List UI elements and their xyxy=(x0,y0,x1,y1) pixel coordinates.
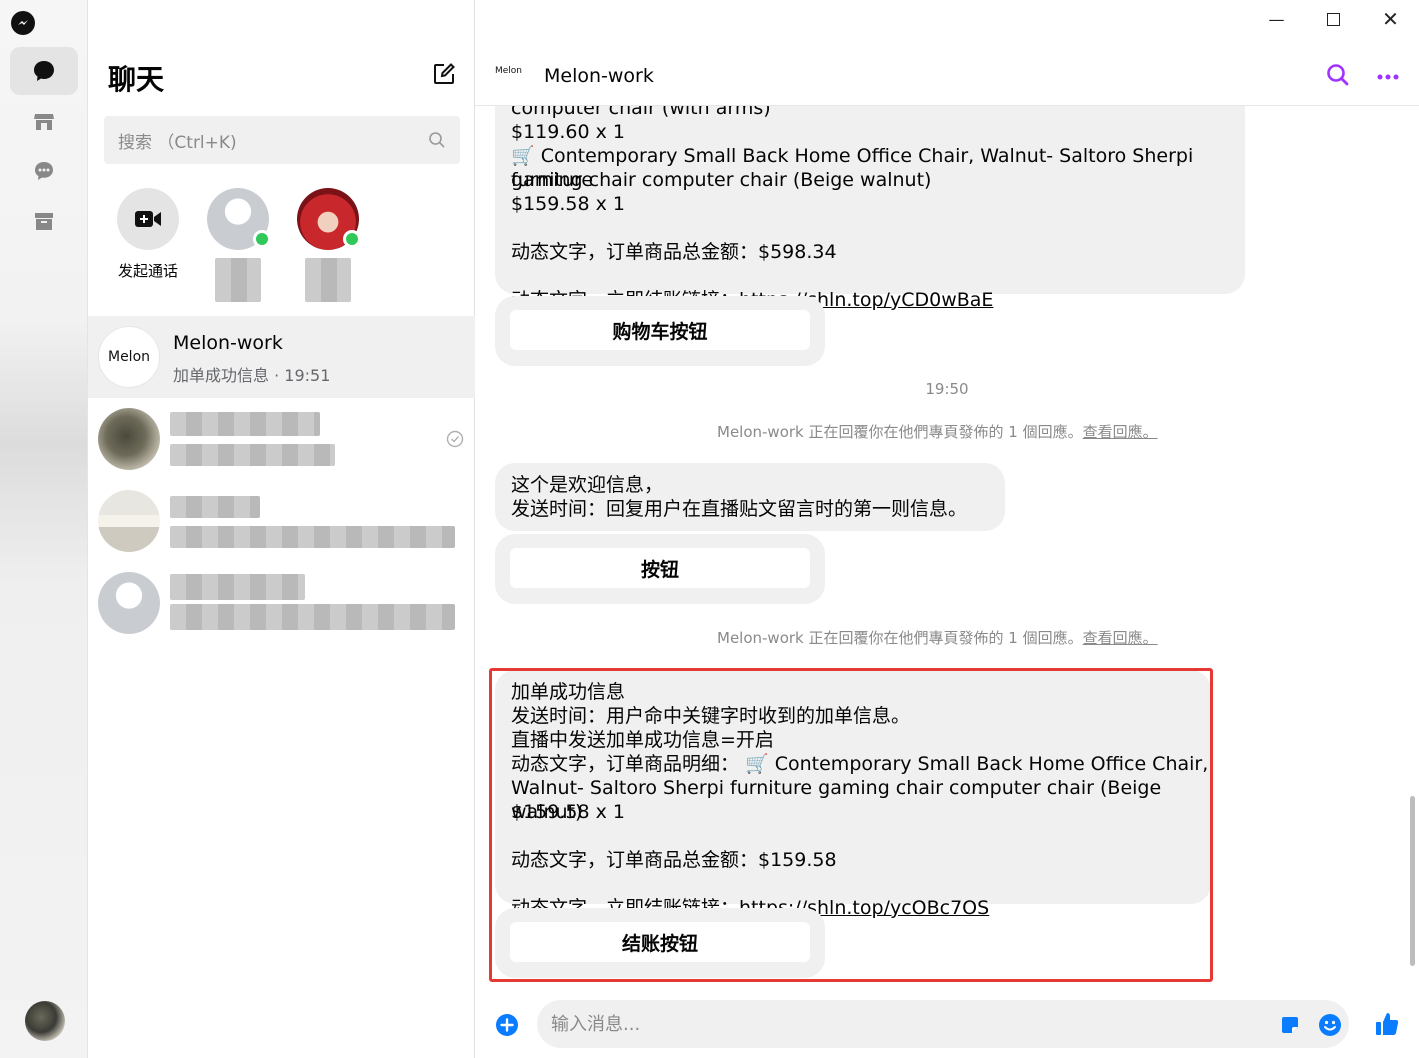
add-attachment-icon[interactable] xyxy=(495,1013,519,1037)
button-card: 结账按钮 xyxy=(495,908,825,978)
active-contacts-row: 发起通话 xyxy=(104,188,464,308)
conversation-item[interactable] xyxy=(88,480,475,562)
video-call-icon xyxy=(117,188,179,250)
minimize-icon[interactable]: — xyxy=(1248,0,1305,38)
system-notice: Melon-work 正在回覆你在他們專頁發佈的 1 個回應。查看回應。 xyxy=(717,421,1158,442)
message-line: 动态文字，订单商品明细： 🛒 Contemporary Small Back H… xyxy=(511,753,1209,775)
message-line: gaming chair computer chair (Beige walnu… xyxy=(511,169,932,191)
message-bubble: 加单成功信息 发送时间：用户命中关键字时收到的加单信息。 直播中发送加单成功信息… xyxy=(495,670,1211,919)
message-line: 加单成功信息 xyxy=(511,681,626,703)
system-notice: Melon-work 正在回覆你在他們專頁發佈的 1 個回應。查看回應。 xyxy=(717,627,1158,648)
left-rail xyxy=(0,0,88,1058)
message-requests-icon[interactable] xyxy=(10,147,78,195)
contact-avatar xyxy=(297,188,361,250)
message-line: 动态文字，订单商品总金额：$159.58 xyxy=(511,849,837,871)
conversation-preview-blurred xyxy=(170,444,335,466)
view-reply-link[interactable]: 查看回應。 xyxy=(1083,423,1158,441)
active-contact[interactable] xyxy=(198,188,278,302)
conversation-item[interactable]: Melon Melon-work 加单成功信息 · 19:51 xyxy=(88,316,475,398)
generic-button[interactable]: 按钮 xyxy=(510,548,810,588)
active-contact[interactable] xyxy=(288,188,368,302)
emoji-icon[interactable] xyxy=(1318,1013,1342,1037)
page-title: 聊天 xyxy=(108,63,165,96)
conversation-name: Melon-work xyxy=(173,332,283,354)
message-list[interactable]: computer chair (with arms) $119.60 x 1 🛒… xyxy=(475,106,1419,986)
message-bubble: computer chair (with arms) $119.60 x 1 🛒… xyxy=(495,106,1245,311)
conversation-avatar xyxy=(98,490,160,552)
conversation-avatar: Melon xyxy=(98,326,160,388)
more-options-icon[interactable] xyxy=(1375,64,1401,90)
chat-title[interactable]: Melon-work xyxy=(544,65,654,87)
archive-icon[interactable] xyxy=(10,197,78,245)
conversation-item[interactable] xyxy=(88,562,475,644)
read-receipt-icon xyxy=(446,430,464,448)
message-line: 发送时间：用户命中关键字时收到的加单信息。 xyxy=(511,705,911,727)
search-placeholder: 搜索 （Ctrl+K) xyxy=(118,132,237,153)
marketplace-icon[interactable] xyxy=(10,97,78,145)
chat-header: Melon Melon-work xyxy=(475,48,1419,106)
message-timestamp: 19:50 xyxy=(925,380,969,398)
message-field[interactable] xyxy=(537,1000,1349,1048)
close-icon[interactable]: ✕ xyxy=(1362,0,1419,38)
message-line: $119.60 x 1 xyxy=(511,121,625,143)
compose-icon[interactable] xyxy=(430,60,458,88)
message-composer xyxy=(475,996,1419,1052)
contact-name-blurred xyxy=(305,258,351,302)
search-icon[interactable] xyxy=(1325,62,1351,88)
cart-button[interactable]: 购物车按钮 xyxy=(510,310,810,350)
sticker-icon[interactable] xyxy=(1279,1014,1301,1036)
message-line: $159.58 x 1 xyxy=(511,801,625,823)
chats-icon[interactable] xyxy=(10,47,78,95)
my-avatar[interactable] xyxy=(25,1001,65,1041)
maximize-icon[interactable] xyxy=(1305,0,1362,38)
window-controls: — ✕ xyxy=(1248,0,1419,38)
online-indicator xyxy=(253,230,271,248)
view-reply-link[interactable]: 查看回應。 xyxy=(1083,629,1158,647)
message-line: 动态文字，订单商品总金额：$598.34 xyxy=(511,241,837,263)
checkout-button[interactable]: 结账按钮 xyxy=(510,922,810,962)
conversation-preview: 加单成功信息 · 19:51 xyxy=(173,366,331,385)
chat-area: — ✕ Melon Melon-work computer chair (wit… xyxy=(475,0,1419,1058)
conversation-item[interactable] xyxy=(88,398,475,480)
message-line: 直播中发送加单成功信息=开启 xyxy=(511,729,774,751)
system-notice-text: Melon-work 正在回覆你在他們專頁發佈的 1 個回應。 xyxy=(717,629,1083,647)
conversation-avatar xyxy=(98,408,160,470)
scrollbar[interactable] xyxy=(1410,796,1415,966)
system-notice-text: Melon-work 正在回覆你在他們專頁發佈的 1 個回應。 xyxy=(717,423,1083,441)
search-icon xyxy=(429,132,445,148)
chat-list-panel: 聊天 搜索 （Ctrl+K) 发起通话 Melon Melon-work 加单成… xyxy=(88,0,475,1058)
conversation-name-blurred xyxy=(170,412,320,436)
message-bubble: 这个是欢迎信息， 发送时间：回复用户在直播贴文留言时的第一则信息。 xyxy=(495,463,1005,531)
contact-avatar xyxy=(207,188,271,250)
start-call-button[interactable]: 发起通话 xyxy=(108,188,188,280)
conversation-avatar xyxy=(98,572,160,634)
button-card: 按钮 xyxy=(495,534,825,604)
conversation-preview-blurred xyxy=(170,604,455,630)
conversation-name-blurred xyxy=(170,574,305,600)
contact-name-blurred xyxy=(215,258,261,302)
online-indicator xyxy=(343,230,361,248)
thumbs-up-icon[interactable] xyxy=(1373,1010,1401,1038)
message-line: 发送时间：回复用户在直播贴文留言时的第一则信息。 xyxy=(511,498,968,520)
messenger-logo-icon[interactable] xyxy=(11,11,35,35)
conversation-name-blurred xyxy=(170,496,260,518)
start-call-label: 发起通话 xyxy=(117,262,178,280)
message-input[interactable] xyxy=(551,1013,1251,1035)
message-line: 这个是欢迎信息， xyxy=(511,474,664,496)
message-line: computer chair (with arms) xyxy=(511,106,771,119)
button-card: 购物车按钮 xyxy=(495,296,825,366)
header-avatar[interactable]: Melon xyxy=(495,66,522,76)
search-bar[interactable]: 搜索 （Ctrl+K) xyxy=(104,116,460,164)
conversation-preview-blurred xyxy=(170,526,455,548)
message-line: $159.58 x 1 xyxy=(511,193,625,215)
